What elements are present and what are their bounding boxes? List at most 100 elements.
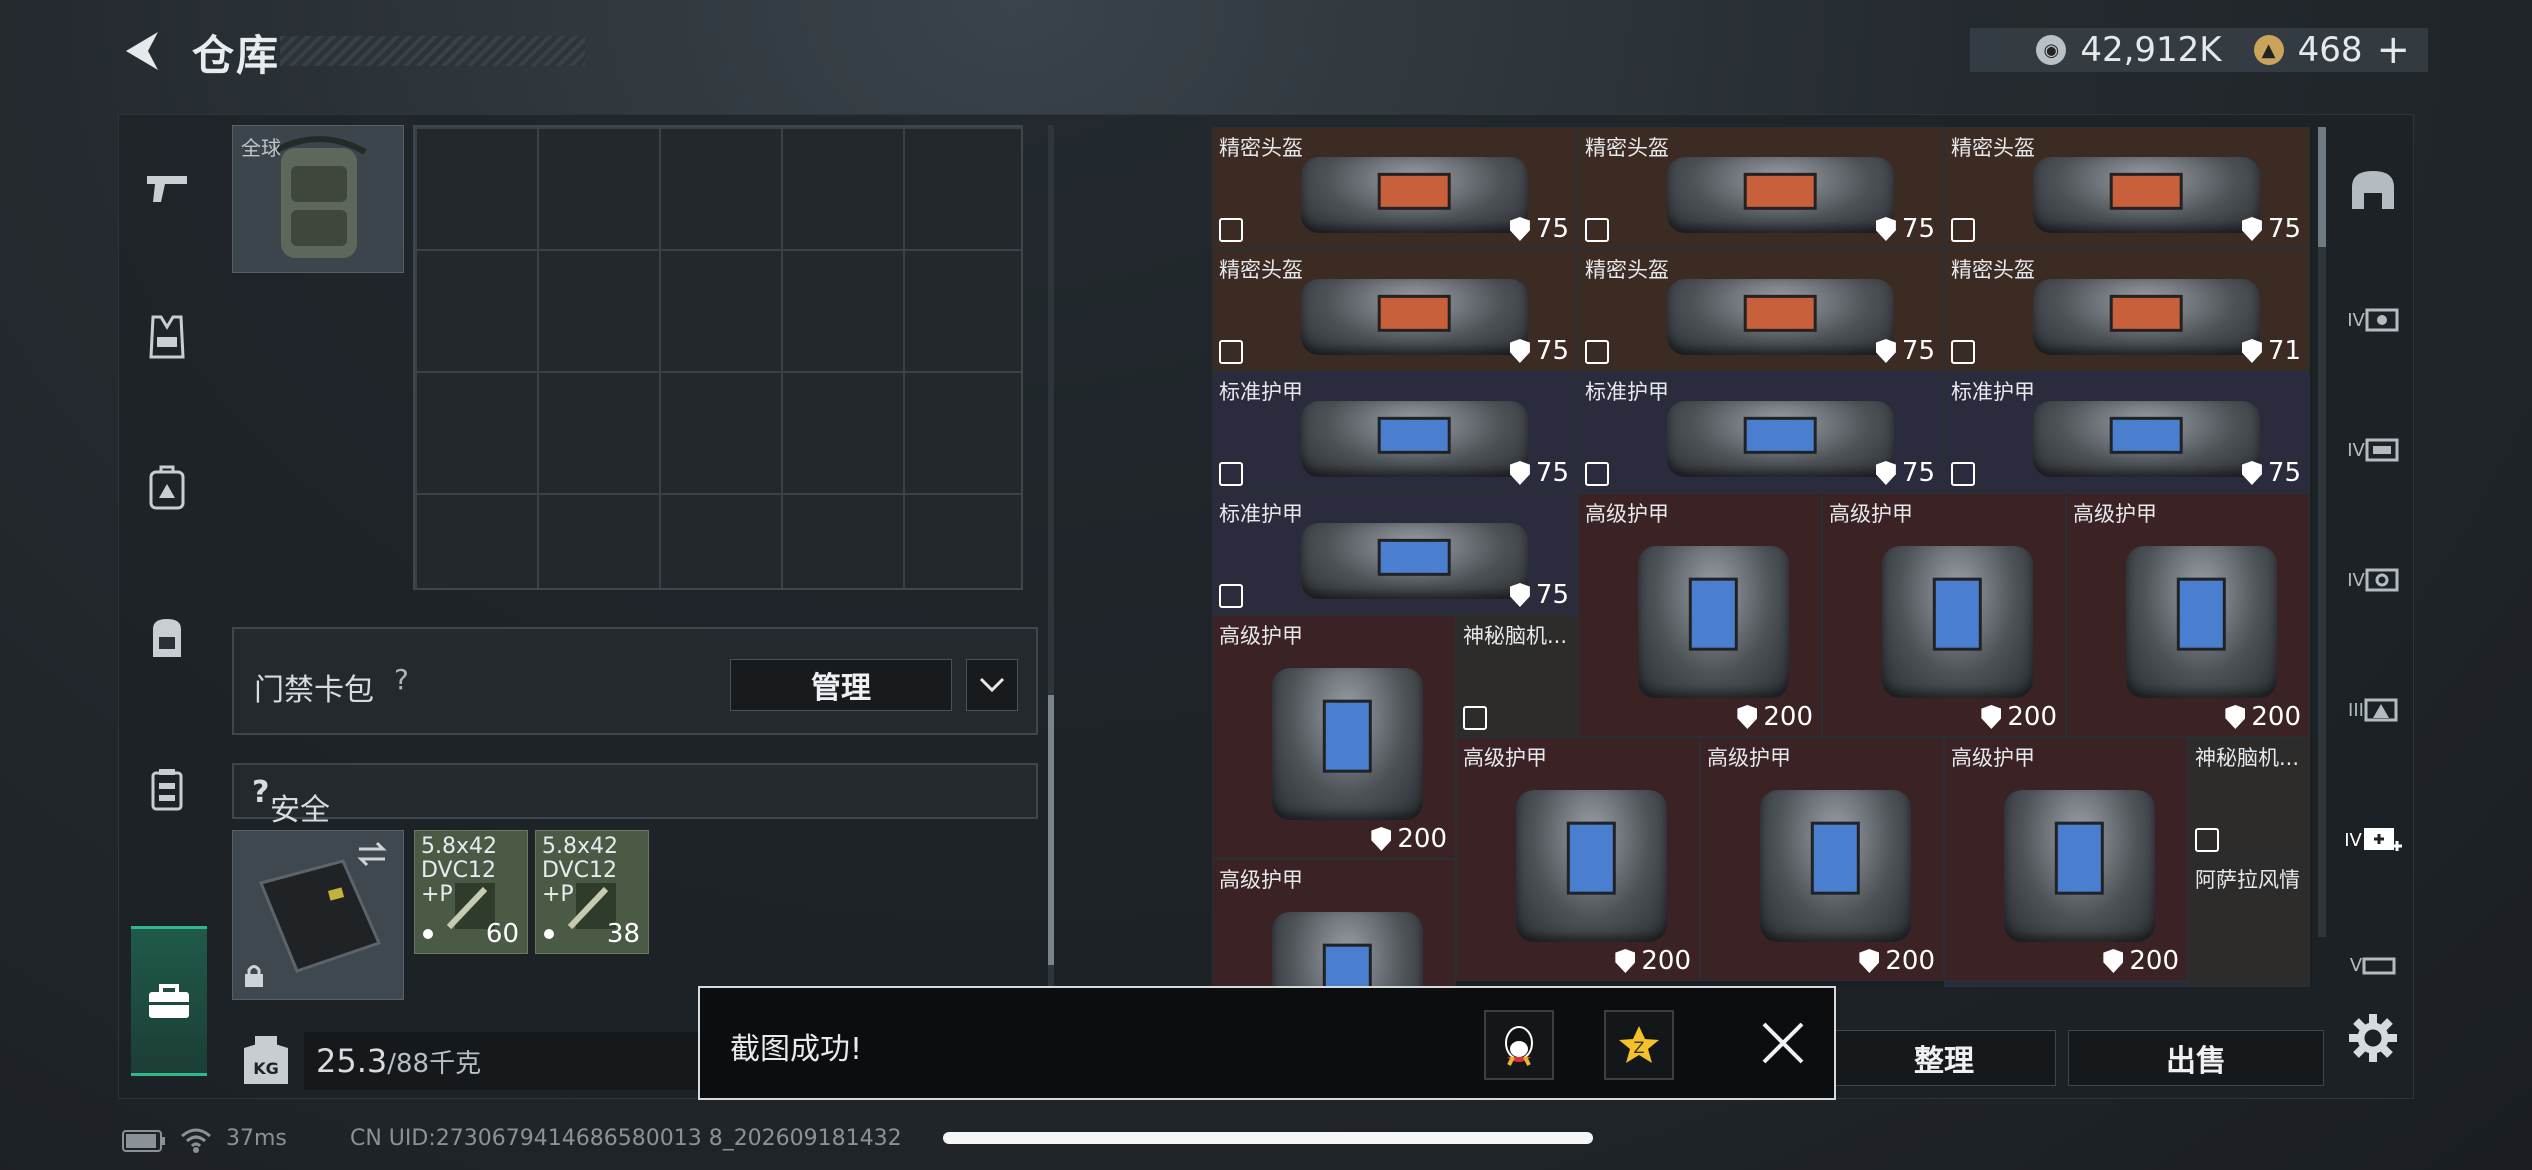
inventory-item[interactable]: 精密头盔 71	[1944, 249, 2310, 371]
inventory-item[interactable]: 神秘脑机...	[1456, 615, 1578, 737]
inventory-item[interactable]: 高级护甲 200	[1944, 737, 2188, 981]
shield-icon	[1875, 217, 1896, 241]
svg-text:Z: Z	[1634, 1038, 1645, 1057]
inventory-item[interactable]: 精密头盔 75	[1212, 127, 1578, 249]
back-arrow-icon[interactable]	[118, 26, 168, 76]
swap-icon[interactable]	[355, 841, 389, 867]
inventory-item[interactable]: 精密头盔 75	[1578, 249, 1944, 371]
armor-iv-filter-icon[interactable]: IV	[2340, 287, 2406, 353]
chevron-down-icon[interactable]	[966, 659, 1018, 711]
safe-box-header: 安全箱:2/2 ?	[232, 763, 1038, 872]
vest-icon[interactable]	[132, 302, 202, 372]
home-indicator[interactable]	[943, 1132, 1593, 1144]
close-icon[interactable]	[1750, 1010, 1816, 1076]
item-image	[1271, 912, 1423, 987]
add-currency-button[interactable]: +	[2376, 27, 2410, 73]
shield-icon	[1371, 827, 1392, 851]
no-trade-icon	[1219, 340, 1243, 364]
rig-icon[interactable]	[132, 754, 202, 824]
backpack-slot[interactable]: 全球	[232, 125, 404, 273]
inventory-item[interactable]: 阿萨拉风情	[2188, 859, 2310, 981]
wifi-icon	[181, 1128, 211, 1153]
no-trade-icon	[1219, 218, 1243, 242]
item-image	[1666, 157, 1894, 233]
inventory-item[interactable]: 高级护甲 200	[1578, 493, 1822, 737]
item-durability: 75	[2241, 458, 2301, 488]
weight-display: 25.3 /88千克	[304, 1032, 724, 1090]
inventory-item[interactable]: 标准护甲 75	[1212, 493, 1578, 615]
item-screen	[2176, 578, 2226, 651]
item-image	[1666, 279, 1894, 355]
inventory-item[interactable]: 神秘脑机...	[2188, 737, 2310, 859]
inventory-item[interactable]: 精密头盔 75	[1578, 127, 1944, 249]
uid-text: CN UID:2730679414686580013 8_20260918143…	[350, 1126, 902, 1151]
sort-button[interactable]: 整理	[1832, 1030, 2056, 1086]
inventory-item[interactable]: 标准头盔	[1944, 981, 2188, 987]
backpack-grid[interactable]	[413, 125, 1023, 590]
rig-iv-filter-icon[interactable]: IV	[2340, 417, 2406, 483]
safe-box-slot[interactable]	[232, 830, 404, 1000]
pistol-icon[interactable]	[132, 154, 202, 224]
inventory-item[interactable]: 高级护甲 200	[1700, 737, 1944, 981]
item-name: 高级护甲	[1463, 746, 1547, 770]
inventory-item[interactable]: 高级护甲 200	[1822, 493, 2066, 737]
inventory-scrollbar[interactable]	[2318, 127, 2326, 937]
helmet-filter-icon[interactable]	[2340, 157, 2406, 223]
qzone-share-icon[interactable]: Z	[1604, 1010, 1674, 1080]
no-trade-icon	[1585, 340, 1609, 364]
keycard-help-icon[interactable]: ?	[394, 663, 409, 696]
item-screen	[1743, 295, 1817, 332]
inventory-item[interactable]: 高级护甲	[1212, 859, 1456, 987]
bag-iii-filter-icon[interactable]: III	[2340, 677, 2406, 743]
item-image	[1666, 401, 1894, 477]
item-durability: 75	[1875, 214, 1935, 244]
inventory-item[interactable]: 高级护甲 200	[1456, 737, 1700, 981]
item-image	[1300, 157, 1528, 233]
item-image	[2125, 546, 2277, 698]
qq-share-icon[interactable]	[1484, 1010, 1554, 1080]
battery-icon	[122, 1130, 165, 1152]
no-trade-icon	[1585, 218, 1609, 242]
item-screen	[1743, 417, 1817, 454]
case-iv-filter-icon[interactable]: IV	[2340, 547, 2406, 613]
durability-value: 75	[1535, 336, 1569, 366]
inventory-item[interactable]: 精密头盔 75	[1944, 127, 2310, 249]
inventory-item[interactable]: 高级护甲 200	[2066, 493, 2310, 737]
ammo-dot-icon	[423, 929, 433, 939]
inventory-item[interactable]: 体能强化剂	[2188, 981, 2310, 987]
shield-icon	[2241, 339, 2262, 363]
backpack-icon[interactable]	[132, 602, 202, 672]
inventory-item[interactable]: 标准护甲 75	[1212, 371, 1578, 493]
inventory-scroll-thumb[interactable]	[2318, 127, 2326, 247]
inventory-item[interactable]: 高级护甲 200	[1212, 615, 1456, 859]
durability-value: 75	[2267, 458, 2301, 488]
inventory-item[interactable]: 标准护甲 75	[1944, 371, 2310, 493]
left-scrollbar[interactable]	[1048, 125, 1054, 991]
ammo-slot[interactable]: 5.8x42 DVC12 +P 60	[414, 830, 528, 954]
shield-icon	[1615, 949, 1636, 973]
item-name: 高级护甲	[1585, 502, 1669, 526]
safe-box-help-icon[interactable]: ?	[252, 775, 269, 810]
inventory-item[interactable]: 标准护甲 75	[1578, 371, 1944, 493]
ammo-count: 60	[485, 919, 519, 949]
durability-value: 75	[1901, 458, 1935, 488]
v-filter-icon[interactable]: V	[2340, 932, 2406, 998]
shield-icon	[1509, 583, 1530, 607]
ammo-count: 38	[606, 919, 640, 949]
left-scroll-thumb[interactable]	[1048, 695, 1054, 965]
shield-icon	[2103, 949, 2124, 973]
inventory-item[interactable]: 精密头盔 75	[1212, 249, 1578, 371]
settings-gear-icon[interactable]	[2345, 1010, 2401, 1066]
item-image	[1759, 790, 1911, 942]
backpack-alt-icon[interactable]	[132, 452, 202, 522]
manage-button[interactable]: 管理	[730, 659, 952, 711]
ammo-slot[interactable]: 5.8x42 DVC12 +P 38	[535, 830, 649, 954]
sell-button[interactable]: 出售	[2068, 1030, 2324, 1086]
item-image	[2032, 401, 2260, 477]
item-durability: 200	[2103, 946, 2179, 976]
backpack-label: 全球	[241, 136, 281, 160]
medkit-iv-filter-icon[interactable]: IV	[2340, 807, 2406, 873]
briefcase-icon[interactable]	[131, 926, 207, 1076]
item-durability: 75	[1509, 580, 1569, 610]
inventory-grid[interactable]: 精密头盔 75 精密头盔 75 精密头盔 75 精密头盔 75 精密头盔 75 精密头盔 71 标准护甲…	[1212, 127, 2312, 987]
